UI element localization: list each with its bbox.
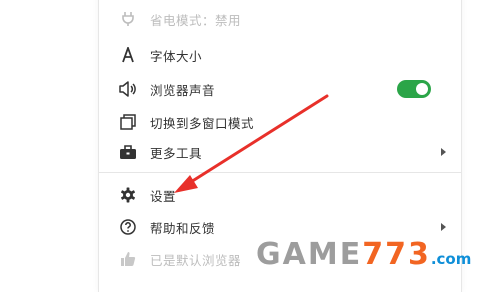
- menu-item-label: 帮助和反馈: [150, 220, 216, 236]
- thumbs-up-icon: [119, 250, 137, 268]
- plug-icon: [119, 10, 137, 28]
- watermark-com: .com: [430, 250, 472, 268]
- sound-toggle[interactable]: [397, 80, 431, 98]
- submenu-arrow-icon: [441, 148, 446, 156]
- menu-item-label: 设置: [150, 188, 177, 204]
- menu-item-power-saver: 省电模式：禁用: [99, 4, 461, 34]
- menu-item-label: 省电模式：禁用: [150, 12, 242, 28]
- menu-item-browser-sound[interactable]: 浏览器声音: [99, 74, 461, 104]
- watermark-game: GAME: [256, 237, 363, 272]
- menu-item-multi-window[interactable]: 切换到多窗口模式: [99, 107, 461, 137]
- gear-icon: [119, 186, 137, 204]
- menu-item-label: 已是默认浏览器: [150, 252, 242, 268]
- multi-window-icon: [119, 113, 137, 131]
- menu-item-label: 浏览器声音: [150, 82, 216, 98]
- menu-divider: [99, 172, 461, 173]
- site-watermark: GAME773.com: [256, 237, 481, 277]
- font-size-icon: [119, 46, 137, 64]
- help-icon: [119, 218, 137, 236]
- toggle-knob: [416, 83, 428, 95]
- menu-item-label: 切换到多窗口模式: [150, 115, 255, 131]
- toolbox-icon: [119, 143, 137, 161]
- menu-item-label: 更多工具: [150, 145, 203, 161]
- watermark-773: 773: [362, 237, 431, 272]
- speaker-icon: [119, 80, 137, 98]
- menu-item-settings[interactable]: 设置: [99, 180, 461, 210]
- menu-item-font-size[interactable]: 字体大小: [99, 40, 461, 70]
- submenu-arrow-icon: [441, 223, 446, 231]
- menu-item-label: 字体大小: [150, 48, 203, 64]
- menu-item-more-tools[interactable]: 更多工具: [99, 137, 461, 167]
